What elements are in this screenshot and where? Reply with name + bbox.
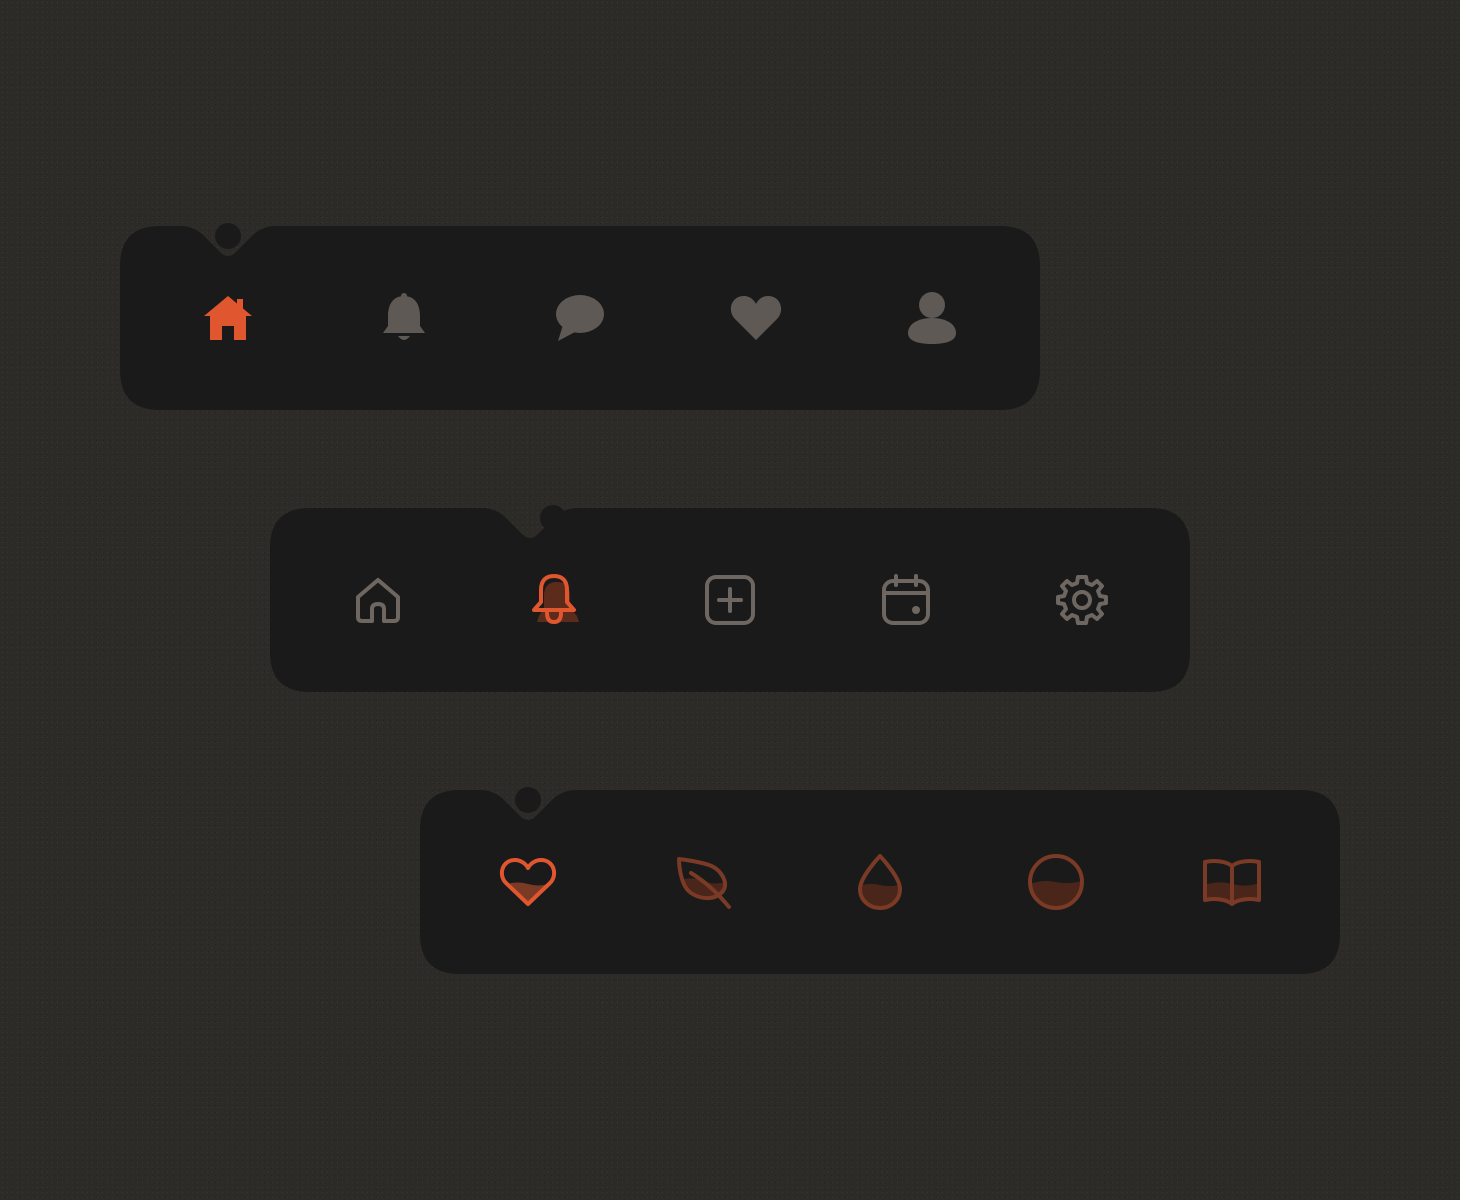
chat-bubble-icon	[556, 295, 604, 341]
tab-favorites[interactable]	[668, 274, 844, 362]
tab-create[interactable]	[642, 556, 818, 644]
bell-icon	[383, 293, 425, 340]
tab-progress[interactable]	[968, 838, 1144, 926]
home-icon	[204, 296, 252, 340]
tab-calendar[interactable]	[818, 556, 994, 644]
tab-messages[interactable]	[492, 274, 668, 362]
active-indicator-dot	[215, 223, 241, 249]
tab-bar-outline	[270, 505, 1190, 692]
tab-library[interactable]	[1144, 838, 1320, 926]
active-indicator-dot	[540, 505, 566, 531]
bell-icon	[532, 574, 579, 625]
tab-favorites[interactable]	[440, 838, 616, 926]
user-icon	[908, 292, 956, 344]
heart-icon	[730, 296, 782, 340]
tab-water[interactable]	[792, 838, 968, 926]
tab-bar-liquid	[420, 787, 1340, 974]
tab-notifications[interactable]	[316, 274, 492, 362]
calendar-icon	[882, 574, 930, 625]
tab-nature[interactable]	[616, 838, 792, 926]
tab-bar-filled	[120, 223, 1040, 410]
tab-profile[interactable]	[844, 274, 1020, 362]
tab-notifications[interactable]	[466, 556, 642, 644]
active-indicator-dot	[515, 787, 541, 813]
drop-icon	[858, 854, 902, 910]
gear-icon	[1056, 575, 1108, 625]
leaf-icon	[677, 857, 731, 909]
tab-home[interactable]	[140, 274, 316, 362]
home-icon	[356, 578, 400, 623]
tab-settings[interactable]	[994, 556, 1170, 644]
canvas	[0, 0, 1460, 1200]
circle-icon	[1028, 854, 1084, 910]
tab-home[interactable]	[290, 556, 466, 644]
book-icon	[1203, 859, 1261, 906]
plus-square-icon	[705, 575, 755, 625]
heart-icon	[499, 858, 557, 906]
